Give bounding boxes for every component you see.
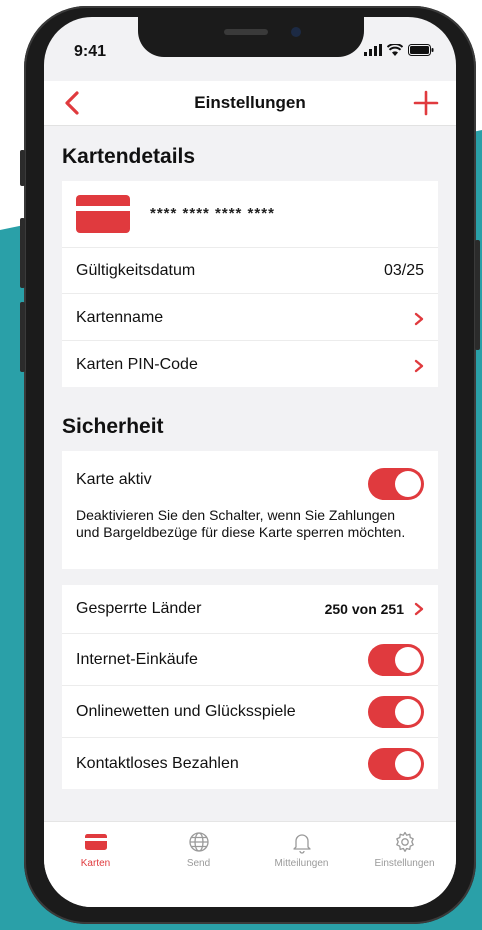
phone-side-button [20, 150, 25, 186]
expiry-row: Gültigkeitsdatum 03/25 [62, 247, 438, 294]
contactless-toggle[interactable] [368, 748, 424, 780]
status-icons [364, 44, 434, 56]
notch [138, 17, 364, 57]
tab-label: Send [186, 858, 211, 869]
card-active-description: Deaktivieren Sie den Schalter, wenn Sie … [76, 507, 406, 540]
toggle-knob [395, 699, 421, 725]
phone-volume-up-button [20, 218, 25, 288]
chevron-right-icon [414, 359, 424, 373]
card-active-label: Karte aktiv [76, 471, 152, 488]
card-name-row[interactable]: Kartenname [62, 293, 438, 341]
expiry-value: 03/25 [383, 262, 424, 279]
globe-icon [188, 832, 209, 852]
toggle-knob [395, 647, 421, 673]
phone-power-button [475, 240, 480, 350]
security-settings-block: Gesperrte Länder 250 von 251 Internet-Ei… [62, 585, 438, 789]
card-pin-label: Karten PIN-Code [76, 356, 198, 373]
contactless-label: Kontaktloses Bezahlen [76, 755, 239, 772]
card-details-block: **** **** **** **** Gültigkeitsdatum 03/… [62, 181, 438, 387]
security-title: Sicherheit [62, 415, 164, 438]
tab-label: Karten [80, 858, 111, 869]
internet-purchases-toggle[interactable] [368, 644, 424, 676]
tab-label: Einstellungen [374, 858, 435, 869]
card-name-label: Kartenname [76, 309, 164, 326]
card-active-block: Karte aktiv Deaktivieren Sie den Schalte… [62, 451, 438, 569]
blocked-countries-label: Gesperrte Länder [76, 600, 202, 617]
toggle-knob [395, 471, 421, 497]
tab-send[interactable]: Send [147, 830, 250, 869]
tab-einstellungen[interactable]: Einstellungen [353, 830, 456, 869]
battery-icon [408, 44, 434, 56]
blocked-countries-row[interactable]: Gesperrte Länder 250 von 251 [62, 585, 438, 633]
tab-mitteilungen[interactable]: Mitteilungen [250, 830, 353, 869]
chevron-right-icon [414, 312, 424, 326]
card-tab-icon [84, 834, 107, 850]
card-number-row: **** **** **** **** [62, 181, 438, 247]
credit-card-icon [76, 195, 130, 233]
internet-purchases-row: Internet-Einkäufe [62, 633, 438, 686]
gambling-row: Onlinewetten und Glücksspiele [62, 685, 438, 738]
front-camera [291, 27, 301, 37]
page-title: Einstellungen [194, 93, 306, 112]
card-pin-row[interactable]: Karten PIN-Code [62, 340, 438, 388]
chevron-right-icon [414, 602, 424, 616]
gear-icon [395, 831, 414, 852]
phone-screen: 9:41 Einstellungen Kartendetails **** **… [44, 17, 456, 907]
contactless-row: Kontaktloses Bezahlen [62, 737, 438, 790]
card-details-title: Kartendetails [62, 145, 196, 168]
toggle-knob [395, 751, 421, 777]
cellular-signal-icon [364, 44, 382, 56]
tab-bar: Karten Send Mitteilungen Einstellungen [44, 821, 456, 907]
navigation-bar: Einstellungen [44, 81, 456, 126]
add-icon[interactable] [412, 89, 440, 117]
speaker [224, 29, 268, 35]
card-active-toggle[interactable] [368, 468, 424, 500]
gambling-label: Onlinewetten und Glücksspiele [76, 703, 296, 720]
tab-label: Mitteilungen [274, 858, 329, 869]
internet-purchases-label: Internet-Einkäufe [76, 651, 198, 668]
bell-icon [292, 834, 311, 854]
gambling-toggle[interactable] [368, 696, 424, 728]
expiry-label: Gültigkeitsdatum [76, 262, 196, 279]
blocked-countries-value: 250 von 251 [324, 601, 404, 617]
card-number: **** **** **** **** [150, 205, 275, 222]
tab-karten[interactable]: Karten [44, 830, 147, 869]
phone-volume-down-button [20, 302, 25, 372]
status-time: 9:41 [74, 43, 107, 60]
wifi-icon [387, 44, 403, 56]
